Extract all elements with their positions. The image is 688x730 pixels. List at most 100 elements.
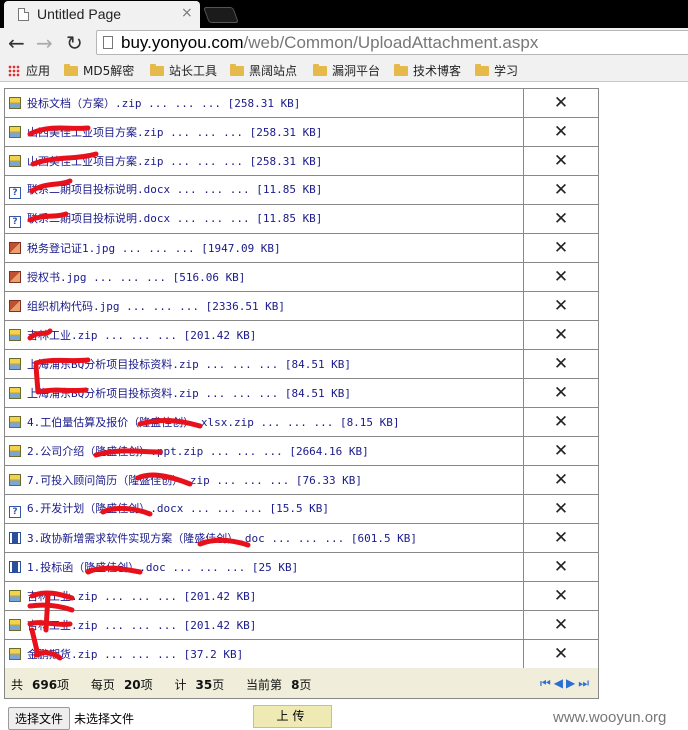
file-link[interactable]: 山西美佳工业项目方案.zip ... ... ... [258.31 KB] bbox=[27, 126, 322, 139]
bookmark-label: MD5解密 bbox=[83, 64, 135, 78]
file-link[interactable]: 联系二期项目投标说明.docx ... ... ... [11.85 KB] bbox=[27, 183, 322, 196]
table-row: 3.政协新增需求软件实现方案（隆盛佳创）.doc ... ... ... [60… bbox=[4, 523, 599, 553]
address-bar[interactable]: buy.yonyou.com/web/Common/UploadAttachme… bbox=[96, 30, 688, 55]
delete-icon[interactable]: ✕ bbox=[554, 326, 568, 344]
delete-cell: ✕ bbox=[523, 581, 599, 611]
table-row: 4.工伯量估算及报价（隆盛佳创）.xlsx.zip ... ... ... [8… bbox=[4, 407, 599, 437]
delete-cell: ✕ bbox=[523, 349, 599, 379]
zip-file-icon bbox=[9, 329, 21, 341]
delete-icon[interactable]: ✕ bbox=[554, 181, 568, 199]
delete-icon[interactable]: ✕ bbox=[554, 442, 568, 460]
delete-icon[interactable]: ✕ bbox=[554, 413, 568, 431]
url-path: /web/Common/UploadAttachment.aspx bbox=[243, 33, 539, 52]
pager-nav-icons[interactable]: ⏮◀▶⏭ bbox=[540, 676, 592, 691]
doc-file-icon bbox=[9, 561, 21, 573]
bookmark-vuln-platform[interactable]: 漏洞平台 bbox=[313, 62, 380, 79]
pager-per-page: 每页 20项 bbox=[90, 678, 153, 692]
bookmark-label: 学习 bbox=[494, 64, 519, 78]
delete-icon[interactable]: ✕ bbox=[554, 239, 568, 257]
folder-icon bbox=[230, 64, 244, 76]
table-row: ? 6.开发计划（隆盛佳创）.docx ... ... ... [15.5 KB]… bbox=[4, 494, 599, 524]
bookmark-apps[interactable]: 应用 bbox=[8, 62, 50, 79]
delete-icon[interactable]: ✕ bbox=[554, 152, 568, 170]
zip-file-icon bbox=[9, 416, 21, 428]
bookmark-md5[interactable]: MD5解密 bbox=[64, 62, 134, 79]
bookmark-hacker-sites[interactable]: 黑阔站点 bbox=[230, 62, 297, 79]
file-link[interactable]: 投标文档（方案）.zip ... ... ... [258.31 KB] bbox=[27, 97, 300, 110]
file-input[interactable]: 选择文件 未选择文件 bbox=[8, 707, 134, 730]
doc-file-icon bbox=[9, 532, 21, 544]
delete-cell: ✕ bbox=[523, 407, 599, 437]
zip-file-icon bbox=[9, 358, 21, 370]
file-link[interactable]: 联系二期项目投标说明.docx ... ... ... [11.85 KB] bbox=[27, 212, 322, 225]
file-link[interactable]: 1.投标函（隆盛佳创）.doc ... ... ... [25 KB] bbox=[27, 561, 298, 574]
delete-icon[interactable]: ✕ bbox=[554, 268, 568, 286]
jpg-file-icon bbox=[9, 242, 21, 254]
jpg-file-icon bbox=[9, 271, 21, 283]
delete-icon[interactable]: ✕ bbox=[554, 471, 568, 489]
file-name-cell: 吉林工业.zip ... ... ... [201.42 KB] bbox=[4, 610, 524, 640]
file-link[interactable]: 2.公司介绍（隆盛佳创）.ppt.zip ... ... ... [2664.1… bbox=[27, 445, 369, 458]
delete-cell: ✕ bbox=[523, 88, 599, 118]
file-link[interactable]: 吉林工业.zip ... ... ... [201.42 KB] bbox=[27, 329, 256, 342]
file-link[interactable]: 山西美佳工业项目方案.zip ... ... ... [258.31 KB] bbox=[27, 155, 322, 168]
tab-close-icon[interactable]: × bbox=[181, 5, 193, 21]
file-link[interactable]: 吉林工业.zip ... ... ... [201.42 KB] bbox=[27, 590, 256, 603]
zip-file-icon bbox=[9, 474, 21, 486]
reload-icon[interactable]: ↻ bbox=[66, 31, 83, 55]
table-row: 7.可投入顾问简历（隆盛佳创）.zip ... ... ... [76.33 K… bbox=[4, 465, 599, 495]
file-link[interactable]: 组织机构代码.jpg ... ... ... [2336.51 KB] bbox=[27, 300, 285, 313]
delete-cell: ✕ bbox=[523, 523, 599, 553]
tab-untitled-page[interactable]: Untitled Page × bbox=[4, 1, 200, 28]
bookmark-webmaster-tools[interactable]: 站长工具 bbox=[150, 62, 217, 79]
file-name-cell: 山西美佳工业项目方案.zip ... ... ... [258.31 KB] bbox=[4, 146, 524, 176]
file-link[interactable]: 7.可投入顾问简历（隆盛佳创）.zip ... ... ... [76.33 K… bbox=[27, 474, 362, 487]
file-link[interactable]: 税务登记证1.jpg ... ... ... [1947.09 KB] bbox=[27, 242, 281, 255]
bookmark-tech-blog[interactable]: 技术博客 bbox=[394, 62, 461, 79]
table-row: 吉林工业.zip ... ... ... [201.42 KB] ✕ bbox=[4, 610, 599, 640]
file-link[interactable]: 3.政协新增需求软件实现方案（隆盛佳创）.doc ... ... ... [60… bbox=[27, 532, 417, 545]
forward-arrow-icon[interactable]: → bbox=[36, 31, 53, 55]
folder-icon bbox=[475, 64, 489, 76]
file-link[interactable]: 金鹏期货.zip ... ... ... [37.2 KB] bbox=[27, 648, 243, 661]
delete-cell: ✕ bbox=[523, 610, 599, 640]
file-link[interactable]: 4.工伯量估算及报价（隆盛佳创）.xlsx.zip ... ... ... [8… bbox=[27, 416, 400, 429]
delete-icon[interactable]: ✕ bbox=[554, 500, 568, 518]
table-row: 税务登记证1.jpg ... ... ... [1947.09 KB] ✕ bbox=[4, 233, 599, 263]
table-row: 上海浦东BQ分析项目投标资料.zip ... ... ... [84.51 KB… bbox=[4, 378, 599, 408]
bookmark-study[interactable]: 学习 bbox=[475, 62, 518, 79]
file-name-cell: 3.政协新增需求软件实现方案（隆盛佳创）.doc ... ... ... [60… bbox=[4, 523, 524, 553]
delete-cell: ✕ bbox=[523, 436, 599, 466]
pager-total: 共 696项 bbox=[11, 678, 70, 692]
delete-icon[interactable]: ✕ bbox=[554, 94, 568, 112]
delete-icon[interactable]: ✕ bbox=[554, 645, 568, 663]
file-link[interactable]: 6.开发计划（隆盛佳创）.docx ... ... ... [15.5 KB] bbox=[27, 502, 329, 515]
back-arrow-icon[interactable]: ← bbox=[8, 31, 25, 55]
delete-icon[interactable]: ✕ bbox=[554, 587, 568, 605]
docx-file-icon: ? bbox=[9, 187, 21, 199]
file-link[interactable]: 上海浦东BQ分析项目投标资料.zip ... ... ... [84.51 KB… bbox=[27, 358, 351, 371]
choose-file-button[interactable]: 选择文件 bbox=[8, 707, 71, 730]
delete-icon[interactable]: ✕ bbox=[554, 529, 568, 547]
delete-icon[interactable]: ✕ bbox=[554, 210, 568, 228]
delete-icon[interactable]: ✕ bbox=[554, 355, 568, 373]
new-tab-button[interactable] bbox=[203, 7, 239, 23]
delete-icon[interactable]: ✕ bbox=[554, 297, 568, 315]
delete-icon[interactable]: ✕ bbox=[554, 123, 568, 141]
delete-icon[interactable]: ✕ bbox=[554, 616, 568, 634]
delete-icon[interactable]: ✕ bbox=[554, 384, 568, 402]
table-row: 吉林工业.zip ... ... ... [201.42 KB] ✕ bbox=[4, 581, 599, 611]
table-row: ? 联系二期项目投标说明.docx ... ... ... [11.85 KB] ✕ bbox=[4, 204, 599, 234]
upload-button[interactable]: 上传 bbox=[253, 705, 332, 728]
browser-toolbar: ← → ↻ buy.yonyou.com/web/Common/UploadAt… bbox=[0, 28, 688, 58]
folder-icon bbox=[394, 64, 408, 76]
file-link[interactable]: 吉林工业.zip ... ... ... [201.42 KB] bbox=[27, 619, 256, 632]
delete-cell: ✕ bbox=[523, 233, 599, 263]
table-row: ? 联系二期项目投标说明.docx ... ... ... [11.85 KB] ✕ bbox=[4, 175, 599, 205]
file-link[interactable]: 上海浦东BQ分析项目投标资料.zip ... ... ... [84.51 KB… bbox=[27, 387, 351, 400]
file-link[interactable]: 授权书.jpg ... ... ... [516.06 KB] bbox=[27, 271, 245, 284]
docx-file-icon: ? bbox=[9, 216, 21, 228]
delete-icon[interactable]: ✕ bbox=[554, 558, 568, 576]
file-name-cell: 税务登记证1.jpg ... ... ... [1947.09 KB] bbox=[4, 233, 524, 263]
file-name-cell: 授权书.jpg ... ... ... [516.06 KB] bbox=[4, 262, 524, 292]
